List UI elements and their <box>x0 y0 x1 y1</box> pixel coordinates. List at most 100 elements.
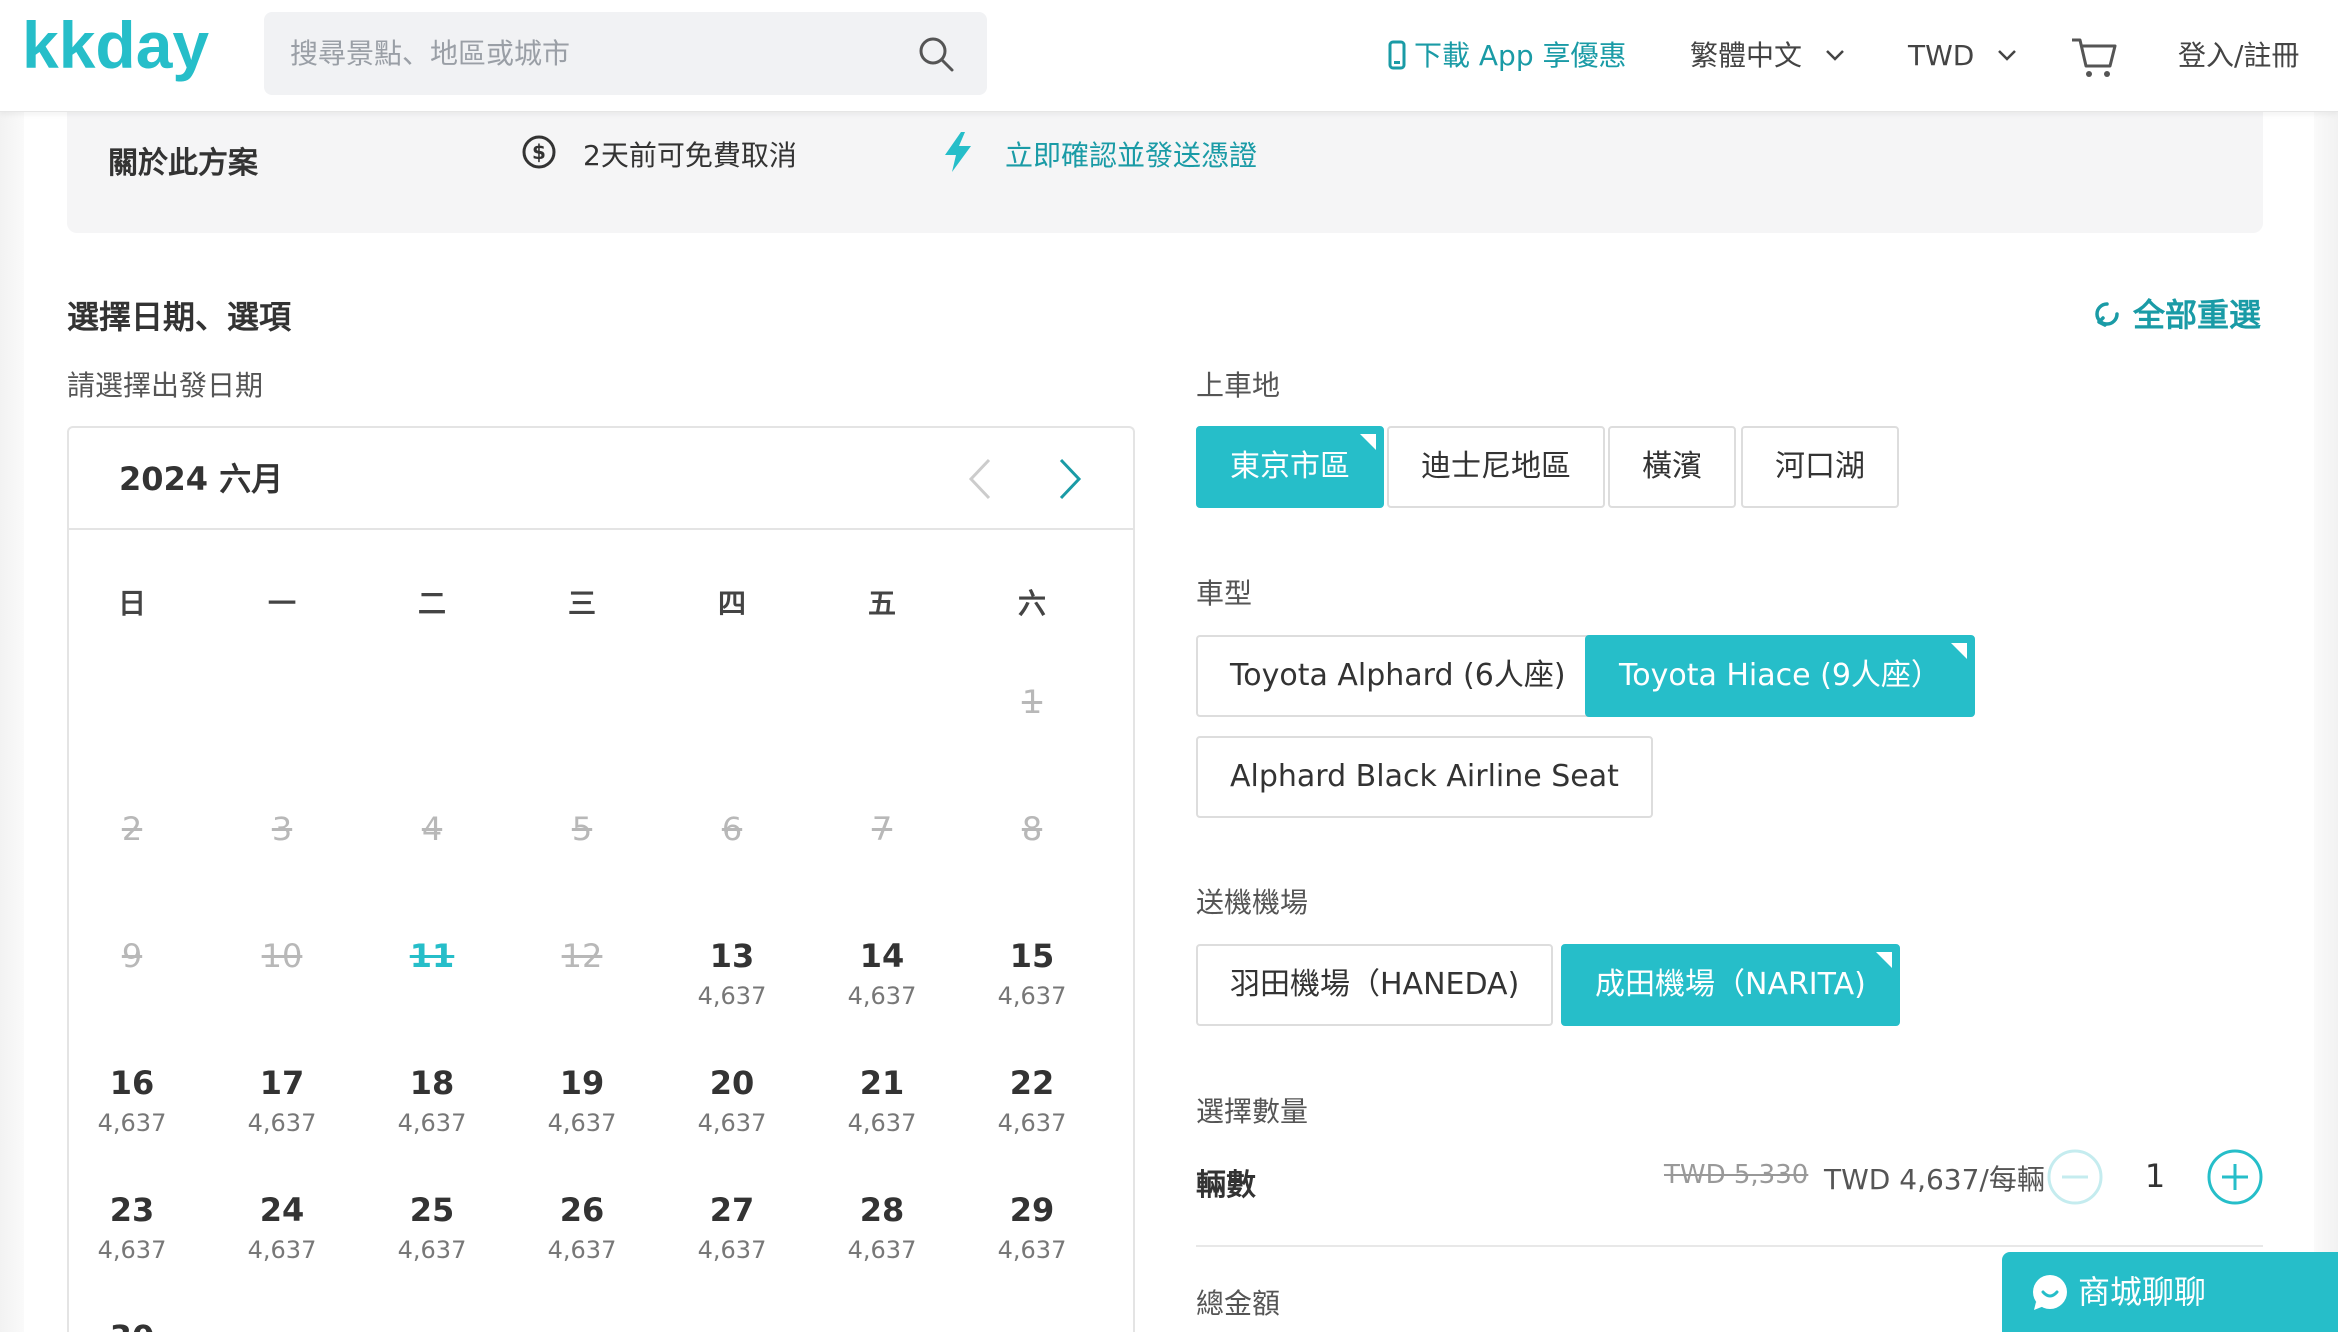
airport-option-narita[interactable]: 成田機場（NARITA) <box>1561 944 1900 1026</box>
calendar-day: 12 <box>522 936 642 976</box>
calendar-day[interactable]: 13 4,637 <box>672 936 792 1010</box>
free-cancel-label: 2天前可免費取消 <box>583 139 797 172</box>
pickup-option-disney[interactable]: 迪士尼地區 <box>1387 426 1605 508</box>
search-bar[interactable]: 搜尋景點、地區或城市 <box>264 12 987 95</box>
language-selector[interactable]: 繁體中文 <box>1690 0 1845 112</box>
free-cancel-info: $ 2天前可免費取消 <box>521 134 797 174</box>
download-app-link[interactable]: 下載 App 享優惠 <box>1388 0 1627 112</box>
chevron-left-icon[interactable] <box>967 458 993 500</box>
calendar-day-number: 3 <box>271 810 293 848</box>
chat-label: 商城聊聊 <box>2078 1273 2207 1311</box>
calendar-day-number: 25 <box>409 1191 455 1229</box>
calendar-day-number: 10 <box>261 937 303 975</box>
calendar-day-number: 23 <box>109 1191 155 1229</box>
vehicle-option-alphard-black[interactable]: Alphard Black Airline Seat <box>1196 736 1653 818</box>
calendar-day[interactable]: 29 4,637 <box>972 1190 1092 1264</box>
calendar-day-number: 6 <box>721 810 743 848</box>
calendar-day-number: 15 <box>1009 937 1055 975</box>
calendar-day: 7 <box>822 809 942 849</box>
calendar-day[interactable]: 21 4,637 <box>822 1063 942 1137</box>
calendar-day-price: 4,637 <box>847 1109 917 1137</box>
pickup-field-label: 上車地 <box>1196 369 1281 402</box>
login-link[interactable]: 登入/註冊 <box>2178 0 2299 112</box>
chevron-right-icon[interactable] <box>1057 458 1083 500</box>
calendar-day-price: 4,637 <box>97 1109 167 1137</box>
instant-confirm-info: 立即確認並發送憑證 <box>943 132 1257 174</box>
reset-all-button[interactable]: 全部重選 <box>2091 290 2261 336</box>
svg-text:$: $ <box>532 140 546 164</box>
calendar-day: 2 <box>72 809 192 849</box>
pickup-option-yokohama[interactable]: 橫濱 <box>1608 426 1736 508</box>
calendar-day[interactable]: 16 4,637 <box>72 1063 192 1137</box>
chevron-down-icon <box>1826 50 1844 61</box>
language-label: 繁體中文 <box>1690 39 1803 72</box>
calendar-day[interactable]: 27 4,637 <box>672 1190 792 1264</box>
calendar-day[interactable]: 19 4,637 <box>522 1063 642 1137</box>
currency-selector[interactable]: TWD <box>1908 0 2017 112</box>
plus-icon[interactable] <box>2206 1148 2264 1206</box>
weekday-label: 日 <box>117 587 146 620</box>
calendar-day: 6 <box>672 809 792 849</box>
calendar-day-number: 21 <box>859 1064 905 1102</box>
calendar-day-number: 26 <box>559 1191 605 1229</box>
calendar-day-number: 27 <box>709 1191 755 1229</box>
calendar-day-price: 4,637 <box>397 1236 467 1264</box>
calendar-day[interactable]: 14 4,637 <box>822 936 942 1010</box>
date-field-label: 請選擇出發日期 <box>67 369 264 402</box>
page-gutter-right <box>2314 112 2338 1332</box>
calendar-day[interactable]: 20 4,637 <box>672 1063 792 1137</box>
calendar-day-number: 7 <box>871 810 893 848</box>
calendar-day: 11 <box>372 936 492 976</box>
calendar-day: 8 <box>972 809 1092 849</box>
calendar-day: 10 <box>222 936 342 976</box>
vehicle-option-alphard[interactable]: Toyota Alphard (6人座) <box>1196 635 1600 717</box>
page-gutter-left <box>0 112 24 1332</box>
search-placeholder: 搜尋景點、地區或城市 <box>290 37 571 70</box>
calendar-day-price: 4,637 <box>847 982 917 1010</box>
airport-field-label: 送機機場 <box>1196 886 1309 919</box>
pickup-option-kawaguchiko[interactable]: 河口湖 <box>1741 426 1899 508</box>
chat-button[interactable]: 商城聊聊 <box>2002 1252 2338 1332</box>
calendar-day-price: 4,637 <box>847 1236 917 1264</box>
calendar-day[interactable]: 18 4,637 <box>372 1063 492 1137</box>
minus-icon[interactable] <box>2046 1148 2104 1206</box>
calendar-day: 9 <box>72 936 192 976</box>
reset-all-label: 全部重選 <box>2132 296 2261 334</box>
search-icon[interactable] <box>916 34 956 74</box>
vehicle-option-hiace[interactable]: Toyota Hiace (9人座） <box>1585 635 1975 717</box>
calendar-day-number: 29 <box>1009 1191 1055 1229</box>
cart-icon[interactable] <box>2070 34 2118 80</box>
calendar-day-number: 11 <box>409 937 455 975</box>
kkday-logo[interactable]: kkday <box>22 12 228 96</box>
calendar-day[interactable]: 25 4,637 <box>372 1190 492 1264</box>
calendar-day[interactable]: 22 4,637 <box>972 1063 1092 1137</box>
calendar-day-number: 28 <box>859 1191 905 1229</box>
logo-text: kkday <box>22 12 209 82</box>
calendar-day-price: 4,637 <box>697 982 767 1010</box>
quantity-divider <box>1196 1245 2263 1247</box>
pickup-option-tokyo[interactable]: 東京市區 <box>1196 426 1384 508</box>
calendar-day[interactable]: 28 4,637 <box>822 1190 942 1264</box>
calendar-day-number: 9 <box>121 937 143 975</box>
chat-bubble-icon <box>2033 1275 2067 1310</box>
calendar-day[interactable]: 23 4,637 <box>72 1190 192 1264</box>
page-root: kkday 搜尋景點、地區或城市 下載 App 享優惠 繁體中文 TWD 登入/… <box>0 0 2338 1332</box>
calendar-day[interactable]: 26 4,637 <box>522 1190 642 1264</box>
calendar-day[interactable]: 24 4,637 <box>222 1190 342 1264</box>
airport-option-haneda[interactable]: 羽田機場（HANEDA) <box>1196 944 1554 1026</box>
calendar-day[interactable]: 17 4,637 <box>222 1063 342 1137</box>
chevron-down-icon <box>1998 50 2017 61</box>
calendar-header: 2024 六月 <box>69 428 1133 530</box>
quantity-value: 1 <box>2144 1157 2166 1195</box>
top-header: kkday 搜尋景點、地區或城市 下載 App 享優惠 繁體中文 TWD 登入/… <box>0 0 2338 112</box>
calendar-day-price: 4,637 <box>997 1236 1067 1264</box>
calendar-day-number: 5 <box>571 810 593 848</box>
calendar-day: 5 <box>522 809 642 849</box>
calendar-day[interactable]: 15 4,637 <box>972 936 1092 1010</box>
calendar-day[interactable]: 30 <box>72 1317 192 1332</box>
calendar-day-price: 4,637 <box>397 1109 467 1137</box>
calendar-day-number: 22 <box>1009 1064 1055 1102</box>
calendar-day-number: 24 <box>259 1191 305 1229</box>
calendar-day: 4 <box>372 809 492 849</box>
calendar-day-number: 4 <box>421 810 443 848</box>
